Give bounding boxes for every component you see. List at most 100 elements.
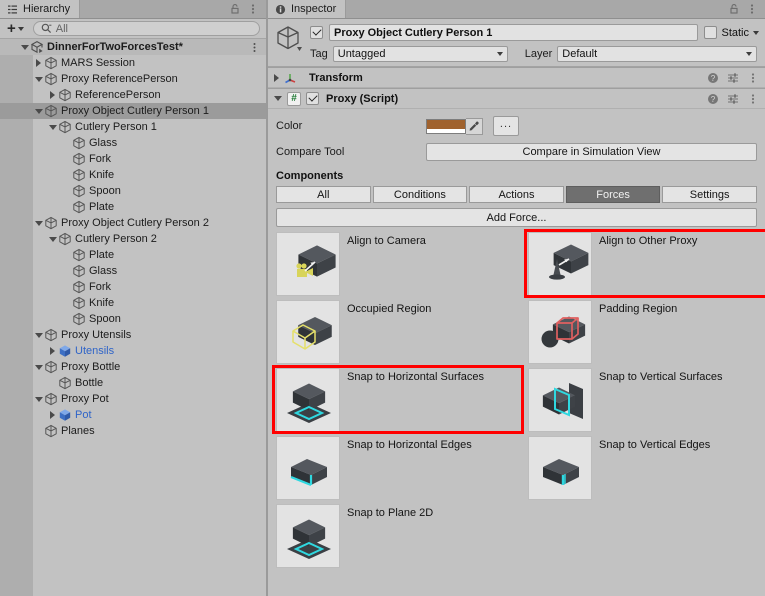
arrow-spacer [47, 375, 58, 391]
help-icon[interactable]: ? [707, 72, 719, 84]
unity-editor-window: Hierarchy [0, 0, 765, 596]
gameobject-icon [44, 392, 58, 406]
hierarchy-item[interactable]: MARS Session [0, 55, 266, 71]
preset-icon[interactable] [727, 93, 739, 105]
hierarchy-item[interactable]: Proxy Utensils [0, 327, 266, 343]
force-card[interactable]: Snap to Vertical Edges [528, 436, 765, 502]
hierarchy-item-label: DinnerForTwoForcesTest* [47, 39, 183, 55]
component-enabled-checkbox[interactable] [306, 92, 319, 105]
collapse-arrow-icon[interactable] [33, 327, 44, 343]
expand-arrow-icon[interactable] [47, 343, 58, 359]
collapse-arrow-icon[interactable] [47, 119, 58, 135]
search-icon [41, 23, 52, 34]
hierarchy-item[interactable]: Proxy ReferencePerson [0, 71, 266, 87]
component-header-proxy-script[interactable]: # Proxy (Script) ? [268, 88, 765, 109]
hierarchy-item[interactable]: ReferencePerson [0, 87, 266, 103]
color-swatch[interactable] [426, 119, 466, 134]
hierarchy-item[interactable]: Utensils [0, 343, 266, 359]
hierarchy-item[interactable]: Proxy Object Cutlery Person 1 [0, 103, 266, 119]
expand-arrow-icon[interactable] [47, 87, 58, 103]
hierarchy-item-label: Cutlery Person 1 [75, 119, 157, 135]
force-card[interactable]: Snap to Horizontal Surfaces [276, 368, 521, 434]
hierarchy-item-label: Glass [89, 263, 117, 279]
collapse-arrow-icon[interactable] [47, 231, 58, 247]
tab-inspector[interactable]: Inspector [268, 0, 346, 18]
collapse-arrow-icon[interactable] [274, 96, 282, 101]
hierarchy-item-label: Cutlery Person 2 [75, 231, 157, 247]
hierarchy-item-label: Plate [89, 199, 114, 215]
hierarchy-tree: DinnerForTwoForcesTest*MARS SessionProxy… [0, 39, 266, 596]
collapse-arrow-icon[interactable] [33, 71, 44, 87]
hierarchy-item[interactable]: Knife [0, 295, 266, 311]
gameobject-enabled-checkbox[interactable] [310, 26, 323, 39]
gameobject-name-field[interactable]: Proxy Object Cutlery Person 1 [329, 24, 698, 41]
gameobject-icon [44, 424, 58, 438]
component-tab-all[interactable]: All [276, 186, 371, 203]
component-tab-actions[interactable]: Actions [469, 186, 564, 203]
preset-icon[interactable] [727, 72, 739, 84]
layer-dropdown[interactable]: Default [557, 46, 757, 62]
force-card[interactable]: Snap to Plane 2D [276, 504, 521, 570]
force-card[interactable]: Align to Camera [276, 232, 521, 298]
search-input[interactable]: All [33, 21, 260, 36]
tag-dropdown[interactable]: Untagged [333, 46, 508, 62]
component-header-transform[interactable]: Transform ? [268, 67, 765, 88]
hierarchy-item[interactable]: Plate [0, 247, 266, 263]
create-menu-button[interactable]: + [4, 21, 27, 37]
hierarchy-item[interactable]: Spoon [0, 311, 266, 327]
expand-arrow-icon[interactable] [274, 74, 279, 82]
static-dropdown-chevron-icon[interactable] [753, 31, 759, 35]
hierarchy-item[interactable]: Proxy Bottle [0, 359, 266, 375]
hierarchy-item[interactable]: DinnerForTwoForcesTest* [0, 39, 266, 55]
force-card[interactable]: Snap to Horizontal Edges [276, 436, 521, 502]
hierarchy-item[interactable]: Proxy Pot [0, 391, 266, 407]
hierarchy-item[interactable]: Glass [0, 263, 266, 279]
hierarchy-panel: Hierarchy [0, 0, 268, 596]
hierarchy-item[interactable]: Glass [0, 135, 266, 151]
hierarchy-item[interactable]: Planes [0, 423, 266, 439]
gameobject-icon [274, 24, 304, 54]
collapse-arrow-icon[interactable] [33, 359, 44, 375]
kebab-menu-icon[interactable] [247, 3, 259, 15]
hierarchy-item[interactable]: Pot [0, 407, 266, 423]
expand-arrow-icon[interactable] [47, 407, 58, 423]
hierarchy-item[interactable]: Knife [0, 167, 266, 183]
eyedropper-icon[interactable] [466, 118, 483, 135]
layer-value: Default [562, 48, 597, 60]
hierarchy-item[interactable]: Bottle [0, 375, 266, 391]
arrow-spacer [61, 199, 72, 215]
kebab-menu-icon[interactable] [746, 3, 758, 15]
kebab-menu-icon[interactable] [747, 72, 759, 84]
component-tab-conditions[interactable]: Conditions [373, 186, 468, 203]
hierarchy-item[interactable]: Fork [0, 279, 266, 295]
hierarchy-item[interactable]: Proxy Object Cutlery Person 2 [0, 215, 266, 231]
hierarchy-item[interactable]: Cutlery Person 1 [0, 119, 266, 135]
force-card[interactable]: Occupied Region [276, 300, 521, 366]
collapse-arrow-icon[interactable] [33, 215, 44, 231]
component-tab-forces[interactable]: Forces [566, 186, 661, 203]
help-icon[interactable]: ? [707, 93, 719, 105]
lock-icon[interactable] [728, 3, 740, 15]
kebab-menu-icon[interactable] [747, 93, 759, 105]
static-checkbox[interactable] [704, 26, 717, 39]
collapse-arrow-icon[interactable] [33, 391, 44, 407]
lock-icon[interactable] [229, 3, 241, 15]
kebab-menu-icon[interactable] [249, 39, 260, 55]
force-card[interactable]: Align to Other Proxy [528, 232, 765, 298]
collapse-arrow-icon[interactable] [33, 103, 44, 119]
expand-arrow-icon[interactable] [33, 55, 44, 71]
hierarchy-item[interactable]: Fork [0, 151, 266, 167]
collapse-arrow-icon[interactable] [19, 39, 30, 55]
tab-hierarchy[interactable]: Hierarchy [0, 0, 80, 18]
component-tab-settings[interactable]: Settings [662, 186, 757, 203]
color-more-button[interactable]: ... [493, 116, 519, 136]
hierarchy-item[interactable]: Spoon [0, 183, 266, 199]
hierarchy-item[interactable]: Plate [0, 199, 266, 215]
force-card[interactable]: Snap to Vertical Surfaces [528, 368, 765, 434]
hierarchy-item[interactable]: Cutlery Person 2 [0, 231, 266, 247]
compare-in-simulation-view-button[interactable]: Compare in Simulation View [426, 143, 757, 161]
force-card[interactable]: Padding Region [528, 300, 765, 366]
add-force-button[interactable]: Add Force... [276, 208, 757, 227]
gameobject-icon [44, 216, 58, 230]
transform-icon [284, 71, 298, 85]
